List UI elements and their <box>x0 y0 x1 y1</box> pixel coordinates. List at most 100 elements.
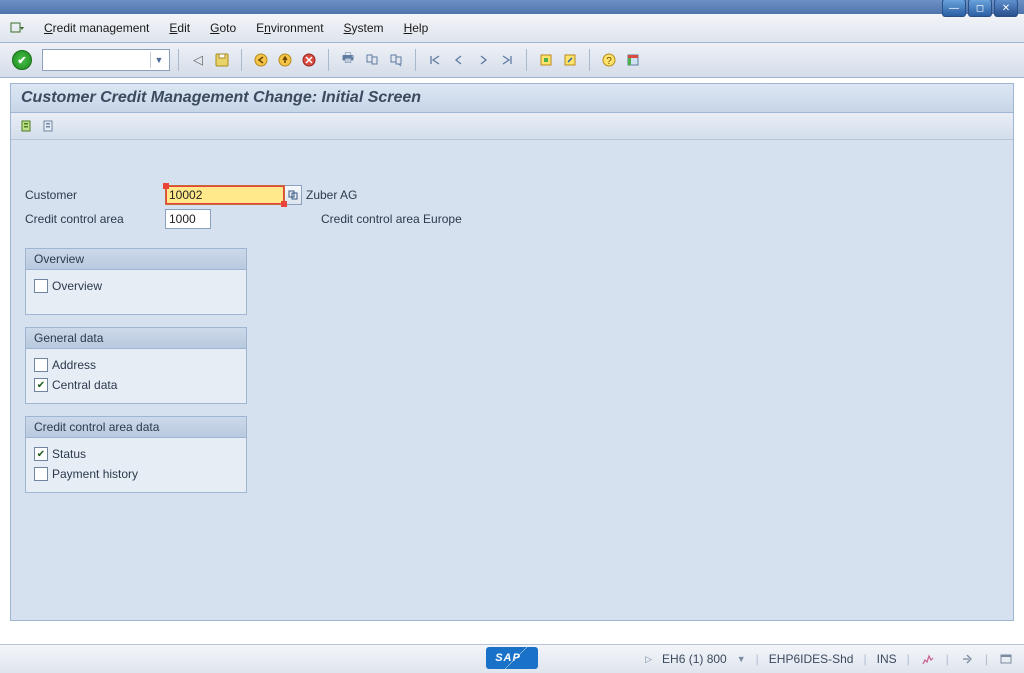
page-title: Customer Credit Management Change: Initi… <box>11 84 1013 113</box>
separator <box>241 49 242 71</box>
cca-label: Credit control area <box>25 212 165 226</box>
back-icon[interactable]: ◁ <box>187 49 209 71</box>
application-toolbar <box>11 113 1013 140</box>
sap-logo: SAP <box>486 647 538 669</box>
checkbox-row-payment-history: Payment history <box>34 464 238 484</box>
command-menu-icon[interactable] <box>8 19 26 37</box>
menu-system[interactable]: System <box>334 17 394 39</box>
credit-control-area-row: Credit control area 1000 Credit control … <box>25 208 999 230</box>
checkbox-label: Central data <box>52 378 117 392</box>
checkbox-payment-history[interactable] <box>34 467 48 481</box>
group-overview: Overview Overview <box>25 248 247 315</box>
menu-label: dit <box>177 21 190 35</box>
status-server: EHP6IDES-Shd <box>769 652 854 666</box>
separator: | <box>946 652 949 666</box>
help-icon[interactable]: ? <box>598 49 620 71</box>
signal-icon[interactable] <box>920 651 936 667</box>
menu-label: vironment <box>271 21 324 35</box>
separator <box>415 49 416 71</box>
group-cca-body: ✔ Status Payment history <box>26 438 246 492</box>
generate-shortcut-icon[interactable] <box>559 49 581 71</box>
group-overview-title: Overview <box>26 249 246 270</box>
customer-row: Customer 10002 Zuber AG <box>25 184 999 206</box>
interpret-icon[interactable] <box>959 651 975 667</box>
layout-icon[interactable] <box>622 49 644 71</box>
separator <box>589 49 590 71</box>
separator <box>178 49 179 71</box>
customer-label: Customer <box>25 188 165 202</box>
checkbox-row-overview: Overview <box>34 276 238 296</box>
separator: | <box>863 652 866 666</box>
status-bar: SAP ▷ EH6 (1) 800 ▼ | EHP6IDES-Shd | INS… <box>0 644 1024 673</box>
checkbox-central-data[interactable]: ✔ <box>34 378 48 392</box>
next-page-icon[interactable] <box>472 49 494 71</box>
last-page-icon[interactable] <box>496 49 518 71</box>
group-general-data: General data Address ✔ Central data <box>25 327 247 404</box>
checkbox-address[interactable] <box>34 358 48 372</box>
svg-text:?: ? <box>606 56 612 67</box>
checkbox-overview[interactable] <box>34 279 48 293</box>
checkbox-row-central-data: ✔ Central data <box>34 375 238 395</box>
status-mode: INS <box>877 652 897 666</box>
create-session-icon[interactable] <box>535 49 557 71</box>
find-next-icon[interactable] <box>385 49 407 71</box>
save-icon[interactable] <box>211 49 233 71</box>
separator: | <box>985 652 988 666</box>
window-buttons: — ◻ ✕ <box>940 0 1018 17</box>
group-general-title: General data <box>26 328 246 349</box>
separator <box>526 49 527 71</box>
local-layout-icon[interactable] <box>998 651 1014 667</box>
first-page-icon[interactable] <box>424 49 446 71</box>
group-cca-data: Credit control area data ✔ Status Paymen… <box>25 416 247 493</box>
menu-goto[interactable]: Goto <box>200 17 246 39</box>
menu-label: oto <box>219 21 236 35</box>
checkbox-row-address: Address <box>34 355 238 375</box>
checkbox-status[interactable]: ✔ <box>34 447 48 461</box>
enter-button[interactable]: ✔ <box>12 50 32 70</box>
checkbox-label: Overview <box>52 279 102 293</box>
cancel-icon[interactable] <box>298 49 320 71</box>
menu-credit-management[interactable]: Credit management <box>34 17 159 39</box>
other-data-icon[interactable] <box>41 118 57 134</box>
dropdown-icon[interactable]: ▼ <box>737 654 746 664</box>
status-expand-icon[interactable]: ▷ <box>645 654 652 665</box>
menu-help[interactable]: Help <box>394 17 439 39</box>
exit-nav-icon[interactable] <box>274 49 296 71</box>
separator: | <box>756 652 759 666</box>
prev-page-icon[interactable] <box>448 49 470 71</box>
print-icon[interactable]: 🖶 <box>337 49 359 71</box>
customer-input-value: 10002 <box>169 188 202 202</box>
maximize-button[interactable]: ◻ <box>968 0 992 17</box>
checkbox-row-status: ✔ Status <box>34 444 238 464</box>
menu-bar: Credit management Edit Goto Environment … <box>0 14 1024 43</box>
body-area: Customer 10002 Zuber AG Credit control a… <box>11 140 1013 620</box>
minimize-button[interactable]: — <box>942 0 966 17</box>
checkbox-label: Address <box>52 358 96 372</box>
status-right: ▷ EH6 (1) 800 ▼ | EHP6IDES-Shd | INS | |… <box>645 651 1014 667</box>
menu-label: elp <box>412 21 428 35</box>
find-icon[interactable] <box>361 49 383 71</box>
customer-input[interactable]: 10002 <box>165 185 285 205</box>
cca-description: Credit control area Europe <box>321 212 462 226</box>
group-overview-body: Overview <box>26 270 246 314</box>
close-button[interactable]: ✕ <box>994 0 1018 17</box>
menu-environment[interactable]: Environment <box>246 17 333 39</box>
admin-data-icon[interactable] <box>19 118 35 134</box>
window-title-bar: — ◻ ✕ <box>0 0 1024 14</box>
separator: | <box>907 652 910 666</box>
menu-label: redit management <box>53 21 150 35</box>
group-general-body: Address ✔ Central data <box>26 349 246 403</box>
command-field[interactable]: ▼ <box>42 49 170 71</box>
cca-input[interactable]: 1000 <box>165 209 211 229</box>
menu-edit[interactable]: Edit <box>159 17 200 39</box>
menu-label: ystem <box>352 21 384 35</box>
checkbox-label: Status <box>52 447 86 461</box>
sap-window: — ◻ ✕ Credit management Edit Goto Enviro… <box>0 0 1024 673</box>
page-title-text: Customer Credit Management Change: Initi… <box>21 89 421 107</box>
group-cca-title: Credit control area data <box>26 417 246 438</box>
back-nav-icon[interactable] <box>250 49 272 71</box>
command-field-dropdown-icon[interactable]: ▼ <box>150 52 167 68</box>
customer-f4-button[interactable] <box>285 185 302 205</box>
status-system: EH6 (1) 800 <box>662 652 727 666</box>
cca-input-value: 1000 <box>169 212 196 226</box>
